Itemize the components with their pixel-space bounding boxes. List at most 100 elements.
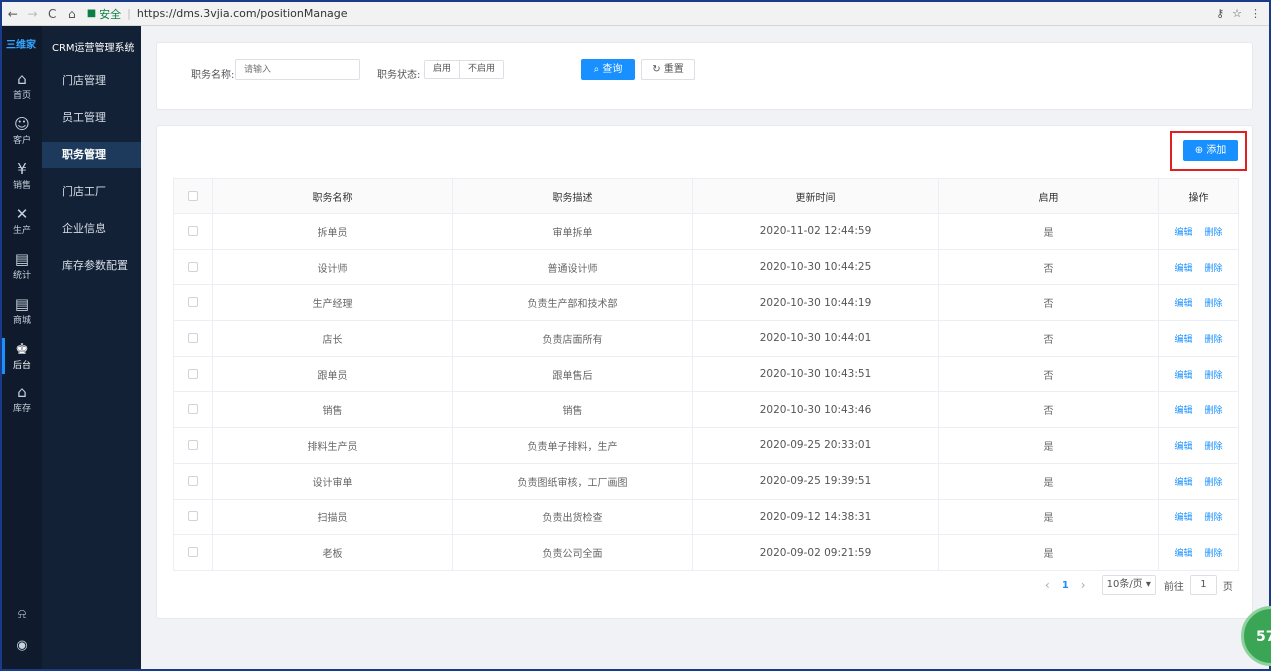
delete-link[interactable]: 删除 (1205, 442, 1223, 452)
rail-label: 统计 (12, 271, 31, 281)
status-option-disabled[interactable]: 不启用 (459, 61, 504, 78)
bell-icon[interactable]: ⍾ (2, 607, 42, 622)
rail-item-production[interactable]: ✕ 生产 (2, 201, 42, 241)
status-option-enabled[interactable]: 启用 (425, 61, 460, 78)
url-separator: | (127, 7, 131, 20)
rail-item-statistics[interactable]: ▤ 统计 (2, 246, 42, 286)
add-button-label: 添加 (1206, 145, 1227, 156)
goto-label: 前往 (1163, 581, 1184, 593)
delete-link[interactable]: 删除 (1205, 406, 1223, 416)
edit-link[interactable]: 编辑 (1174, 299, 1192, 309)
prev-page-icon[interactable]: ‹ (1045, 578, 1050, 592)
reload-icon[interactable]: C (43, 5, 61, 23)
home-icon: ⌂ (17, 70, 27, 88)
delete-link[interactable]: 删除 (1205, 264, 1223, 274)
user-avatar-icon[interactable]: ◉ (2, 638, 42, 653)
submenu-item-store-factory[interactable]: 门店工厂 (42, 179, 141, 205)
table-row: 扫描员 负责出货检查 2020-09-12 14:38:31 是 编辑 删除 (173, 498, 1239, 536)
submenu-item-store[interactable]: 门店管理 (42, 68, 141, 94)
forward-icon[interactable]: → (24, 5, 42, 23)
row-checkbox[interactable] (188, 332, 198, 343)
home-icon[interactable]: ⌂ (63, 5, 81, 23)
delete-link[interactable]: 删除 (1205, 371, 1223, 381)
delete-link[interactable]: 删除 (1205, 335, 1223, 345)
delete-link[interactable]: 删除 (1205, 299, 1223, 309)
cell-position-name: 扫描员 (212, 498, 453, 536)
url-text[interactable]: https://dms.3vjia.com/positionManage (137, 7, 348, 20)
rail-label: 首页 (12, 91, 31, 101)
edit-link[interactable]: 编辑 (1174, 228, 1192, 238)
address-bar[interactable]: ■ 安全 | https://dms.3vjia.com/positionMan… (87, 5, 1216, 23)
warehouse-icon: ⌂ (17, 383, 27, 401)
position-name-input[interactable] (235, 59, 360, 80)
cell-position-desc: 跟单售后 (452, 355, 693, 393)
edit-link[interactable]: 编辑 (1174, 264, 1192, 274)
cell-position-name: 拆单员 (212, 213, 453, 250)
cell-update-time: 2020-09-12 14:38:31 (692, 498, 939, 536)
edit-link[interactable]: 编辑 (1174, 335, 1192, 345)
icon-rail: 三维家 ⌂ 首页 ☺ 客户 ¥ 销售 ✕ 生产 ▤ 统计 ▤ 商城 ♚ 后台 ⌂… (2, 26, 42, 669)
row-checkbox[interactable] (188, 547, 198, 558)
edit-link[interactable]: 编辑 (1174, 513, 1192, 523)
row-checkbox-cell (173, 355, 213, 393)
table-body: 拆单员 审单拆单 2020-11-02 12:44:59 是编辑 删除 设计师 普通设计师 2… (173, 213, 1239, 571)
star-icon[interactable]: ☆ (1232, 7, 1242, 20)
row-checkbox[interactable] (188, 475, 198, 486)
rail-item-admin[interactable]: ♚ 后台 (2, 336, 42, 376)
cell-position-desc: 负责单子排料，生产 (452, 427, 693, 464)
plus-circle-icon: ⊕ (1194, 145, 1204, 156)
add-button[interactable]: ⊕ 添加 (1183, 140, 1238, 161)
key-icon[interactable]: ⚷ (1216, 7, 1224, 20)
page-number-current[interactable]: 1 (1062, 580, 1069, 591)
row-checkbox[interactable] (188, 368, 198, 379)
row-checkbox[interactable] (188, 439, 198, 450)
submenu-item-staff[interactable]: 员工管理 (42, 105, 141, 131)
rail-label: 后台 (12, 361, 31, 371)
header-position-name: 职务名称 (212, 178, 453, 214)
browser-toolbar: ← → C ⌂ ■ 安全 | https://dms.3vjia.com/pos… (2, 2, 1269, 26)
row-checkbox[interactable] (188, 511, 198, 522)
goto-page-input[interactable]: 1 (1189, 575, 1217, 595)
back-icon[interactable]: ← (4, 5, 22, 23)
rail-item-customer[interactable]: ☺ 客户 (2, 111, 42, 151)
row-checkbox[interactable] (188, 297, 198, 308)
refresh-icon: ↻ (652, 64, 661, 75)
row-checkbox[interactable] (188, 261, 198, 272)
row-checkbox[interactable] (188, 225, 198, 236)
rail-item-sales[interactable]: ¥ 销售 (2, 156, 42, 196)
submenu-item-position[interactable]: 职务管理 (42, 142, 141, 168)
document-icon: ▤ (14, 295, 30, 313)
menu-dots-icon[interactable]: ⋮ (1250, 7, 1261, 20)
delete-link[interactable]: 删除 (1205, 228, 1223, 238)
submenu-item-inventory-config[interactable]: 库存参数配置 (42, 253, 141, 279)
cell-position-desc: 负责店面所有 (452, 320, 693, 357)
page-size-select[interactable]: 10条/页 ▾ (1101, 575, 1156, 595)
cell-position-name: 排料生产员 (212, 427, 453, 464)
submenu-item-company-info[interactable]: 企业信息 (42, 216, 141, 242)
edit-link[interactable]: 编辑 (1174, 549, 1192, 559)
reset-button[interactable]: ↻ 重置 (641, 59, 695, 80)
query-button[interactable]: ⌕ 查询 (581, 59, 635, 80)
edit-link[interactable]: 编辑 (1174, 478, 1192, 488)
cell-position-name: 跟单员 (212, 355, 453, 393)
edit-link[interactable]: 编辑 (1174, 406, 1192, 416)
cell-update-time: 2020-10-30 10:43:46 (692, 391, 939, 429)
cell-position-name: 店长 (212, 320, 453, 357)
row-checkbox-cell (173, 248, 213, 286)
header-position-desc: 职务描述 (452, 178, 693, 214)
reset-button-label: 重置 (663, 64, 684, 75)
rail-item-mall[interactable]: ▤ 商城 (2, 291, 42, 331)
delete-link[interactable]: 删除 (1205, 513, 1223, 523)
rail-item-inventory[interactable]: ⌂ 库存 (2, 379, 42, 419)
row-checkbox[interactable] (188, 404, 198, 415)
page-unit-label: 页 (1222, 581, 1233, 593)
delete-link[interactable]: 删除 (1205, 549, 1223, 559)
table-row: 老板 负责公司全面 2020-09-02 09:21:59 是 编辑 删除 (173, 534, 1239, 571)
cell-enabled: 是 (938, 213, 1159, 250)
edit-link[interactable]: 编辑 (1174, 371, 1192, 381)
next-page-icon[interactable]: › (1081, 578, 1086, 592)
select-all-checkbox[interactable] (188, 190, 198, 201)
edit-link[interactable]: 编辑 (1174, 442, 1192, 452)
delete-link[interactable]: 删除 (1205, 478, 1223, 488)
rail-item-home[interactable]: ⌂ 首页 (2, 66, 42, 106)
